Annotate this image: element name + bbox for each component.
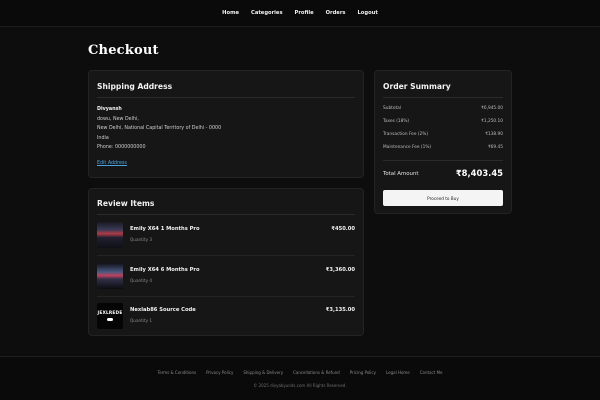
order-summary-card: Order Summary Subtotal ₹6,945.00 Taxes (… [374, 70, 512, 214]
footer-link-pricing[interactable]: Pricing Policy [350, 370, 376, 375]
item-name: Emily X64 1 Months Pro [130, 226, 200, 232]
footer-links: Terms & Conditions Privacy Policy Shippi… [0, 370, 600, 375]
footer-link-contact[interactable]: Contact Me [420, 370, 443, 375]
divider [97, 214, 355, 215]
nav-logout-link[interactable]: Logout [357, 10, 377, 16]
proceed-to-buy-button[interactable]: Proceed to Buy [383, 190, 503, 206]
copyright-text: © 2025 divyabyunds.com All Rights Reserv… [253, 383, 347, 388]
product-logo: JEXLREDE [97, 303, 123, 329]
total-amount-value: ₹8,403.45 [455, 168, 503, 178]
divider [383, 160, 503, 161]
shipping-address-details: Divyansh dowu, New Delhi, New Delhi, Nat… [97, 105, 221, 169]
site-footer: Terms & Conditions Privacy Policy Shippi… [0, 356, 600, 400]
summary-row-taxes: Taxes (18%) ₹1,250.10 [383, 119, 503, 124]
shipping-address-title: Shipping Address [97, 82, 173, 91]
address-country: India [97, 135, 109, 141]
nav-home-link[interactable]: Home [222, 10, 239, 16]
footer-link-shipping[interactable]: Shipping & Delivery [243, 370, 283, 375]
shipping-address-card: Shipping Address Divyansh dowu, New Delh… [88, 70, 364, 178]
recipient-name: Divyansh [97, 107, 122, 112]
summary-label: Taxes (18%) [383, 119, 410, 124]
nav-categories-link[interactable]: Categories [251, 10, 283, 16]
review-items-card: Review Items Emily X64 1 Months Pro Quan… [88, 188, 364, 336]
review-item-row: Emily X64 1 Months Pro Quantity 3 ₹450.0… [97, 216, 355, 256]
address-phone: Phone: 0000000000 [97, 145, 146, 151]
nav-orders-link[interactable]: Orders [326, 10, 346, 16]
item-quantity: Quantity 3 [130, 237, 153, 242]
summary-value: ₹6,945.00 [481, 106, 503, 111]
item-quantity: Quantity 4 [130, 278, 153, 283]
edit-address-link[interactable]: Edit Address [97, 159, 221, 169]
footer-link-cancellations[interactable]: Cancellations & Refund [293, 370, 340, 375]
nav-profile-link[interactable]: Profile [295, 10, 314, 16]
divider [383, 97, 503, 98]
product-logo-text: JEXLREDE [97, 311, 123, 316]
item-name: Nexlab86 Source Code [130, 307, 196, 313]
footer-link-legal[interactable]: Legal Home [386, 370, 410, 375]
order-summary-title: Order Summary [383, 82, 451, 91]
total-amount-label: Total Amount [383, 171, 419, 177]
summary-label: Subtotal [383, 106, 402, 111]
item-quantity: Quantity 1 [130, 318, 153, 323]
review-item-row: Emily X64 6 Months Pro Quantity 4 ₹3,360… [97, 257, 355, 297]
divider [97, 97, 355, 98]
footer-link-privacy[interactable]: Privacy Policy [206, 370, 233, 375]
address-line-2: New Delhi, National Capital Territory of… [97, 126, 222, 132]
footer-link-terms[interactable]: Terms & Conditions [157, 370, 196, 375]
item-name: Emily X64 6 Months Pro [130, 267, 200, 273]
product-image [97, 222, 123, 248]
product-image [97, 263, 123, 289]
summary-value: ₹1,250.10 [481, 119, 503, 124]
summary-row-maintenance-fee: Maintenance Fee (1%) ₹69.45 [383, 145, 503, 150]
page-title: Checkout [88, 43, 159, 58]
item-price: ₹3,135.00 [325, 307, 355, 313]
review-item-row: JEXLREDE Nexlab86 Source Code Quantity 1… [97, 297, 355, 337]
review-items-title: Review Items [97, 199, 155, 208]
summary-label: Maintenance Fee (1%) [383, 145, 432, 150]
item-price: ₹450.00 [331, 226, 355, 232]
summary-row-subtotal: Subtotal ₹6,945.00 [383, 106, 503, 111]
address-line-1: dowu, New Delhi, [97, 116, 139, 122]
summary-value: ₹138.90 [485, 132, 503, 137]
summary-label: Transaction Fee (2%) [383, 132, 429, 137]
item-price: ₹3,360.00 [325, 267, 355, 273]
divider [97, 255, 355, 256]
summary-row-transaction-fee: Transaction Fee (2%) ₹138.90 [383, 132, 503, 137]
summary-value: ₹69.45 [487, 145, 503, 150]
product-logo-mark [107, 318, 113, 321]
top-navigation: Home Categories Profile Orders Logout [0, 0, 600, 27]
